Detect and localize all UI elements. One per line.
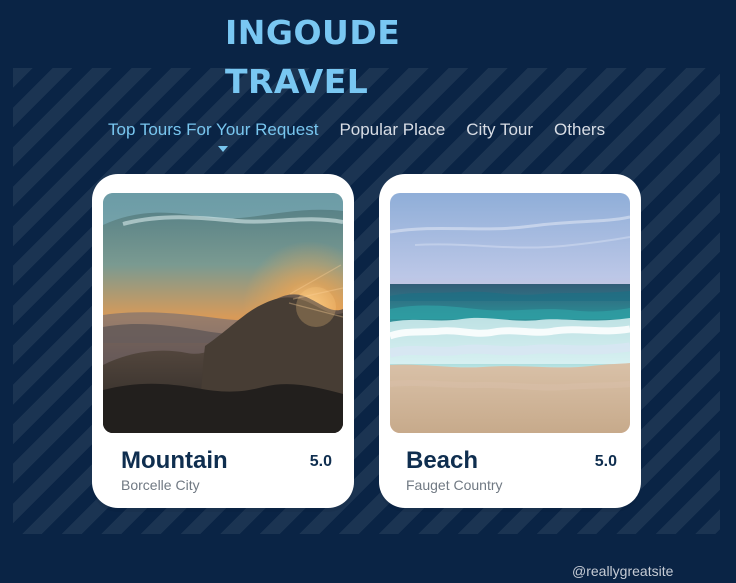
travel-ui-page: INGOUDE TRAVEL Top Tours For Your Reques… <box>0 0 736 583</box>
mountain-location: Borcelle City <box>121 477 200 493</box>
nav-item-others[interactable]: Others <box>554 120 605 140</box>
beach-rating: 5.0 <box>594 453 617 470</box>
footer-site-handle[interactable]: @reallygreatsite <box>572 563 673 579</box>
beach-photo-svg <box>390 193 630 433</box>
mountain-title: Mountain <box>121 447 228 474</box>
mountain-photo <box>103 193 343 433</box>
nav-item-city-tour[interactable]: City Tour <box>466 120 533 140</box>
active-nav-indicator-icon <box>218 146 228 152</box>
beach-tour-card[interactable]: Beach Fauget Country 5.0 <box>379 174 641 508</box>
beach-location: Fauget Country <box>406 477 503 493</box>
mountain-photo-svg <box>103 193 343 433</box>
nav-item-popular-place[interactable]: Popular Place <box>339 120 445 140</box>
mountain-tour-card[interactable]: Mountain Borcelle City 5.0 <box>92 174 354 508</box>
beach-photo <box>390 193 630 433</box>
brand-title: INGOUDE TRAVEL <box>225 8 400 106</box>
brand-line-two: TRAVEL <box>225 62 369 101</box>
brand-line-one: INGOUDE <box>225 13 401 52</box>
category-navigation: Top Tours For Your Request Popular Place… <box>108 120 626 152</box>
beach-title: Beach <box>406 447 479 474</box>
mountain-rating: 5.0 <box>309 453 332 470</box>
nav-item-top-tours[interactable]: Top Tours For Your Request <box>108 120 318 140</box>
